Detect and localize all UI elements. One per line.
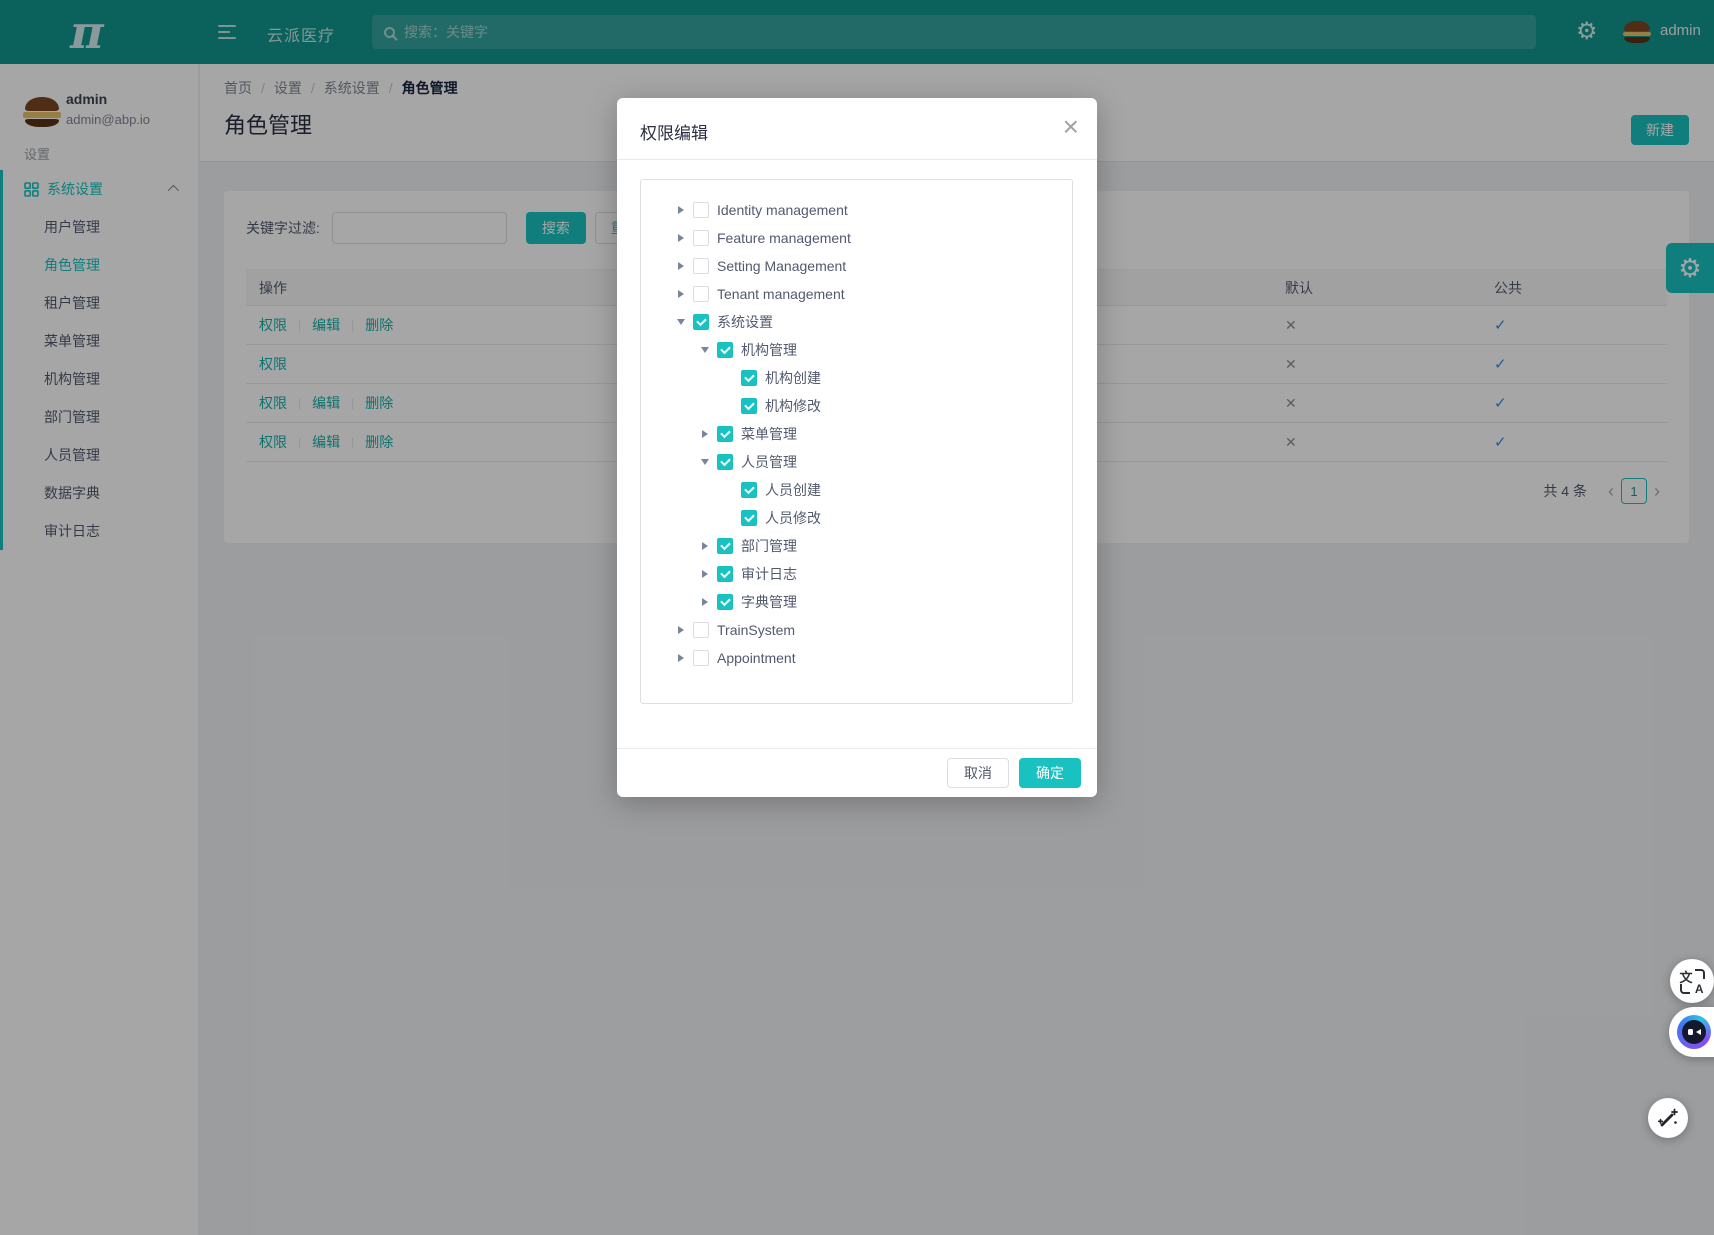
tree-row: 字典管理 bbox=[641, 588, 1072, 616]
tree-node-label: 机构修改 bbox=[765, 396, 821, 416]
tree-node-label: 字典管理 bbox=[741, 592, 797, 612]
triangle-icon bbox=[702, 598, 708, 606]
triangle-icon bbox=[677, 319, 685, 325]
triangle-icon bbox=[678, 626, 684, 634]
tree-checkbox[interactable] bbox=[717, 342, 733, 358]
triangle-icon bbox=[701, 347, 709, 353]
tree-row: 系统设置 bbox=[641, 308, 1072, 336]
tree-row: Feature management bbox=[641, 224, 1072, 252]
tree-row: 部门管理 bbox=[641, 532, 1072, 560]
tree-expander-collapsed[interactable] bbox=[695, 430, 715, 438]
tree-node-label: Setting Management bbox=[717, 258, 846, 274]
translate-button[interactable]: 文 A bbox=[1670, 959, 1714, 1003]
tree-checkbox[interactable] bbox=[717, 538, 733, 554]
triangle-icon bbox=[678, 654, 684, 662]
modal-header: 权限编辑 × bbox=[617, 98, 1097, 160]
triangle-icon bbox=[678, 234, 684, 242]
tree-node-label: Appointment bbox=[717, 650, 796, 666]
tree-row: Identity management bbox=[641, 196, 1072, 224]
triangle-icon bbox=[702, 430, 708, 438]
tree-checkbox[interactable] bbox=[717, 566, 733, 582]
triangle-icon bbox=[702, 542, 708, 550]
tree-node-label: 机构管理 bbox=[741, 340, 797, 360]
tree-node-label: 人员管理 bbox=[741, 452, 797, 472]
tree-checkbox[interactable] bbox=[693, 258, 709, 274]
tree-node-label: Tenant management bbox=[717, 286, 845, 302]
tree-node-label: TrainSystem bbox=[717, 622, 795, 638]
tree-node-label: 人员创建 bbox=[765, 480, 821, 500]
tree-expander-collapsed[interactable] bbox=[671, 290, 691, 298]
tree-expander-collapsed[interactable] bbox=[695, 542, 715, 550]
triangle-icon bbox=[678, 290, 684, 298]
tree-row: Setting Management bbox=[641, 252, 1072, 280]
tree-checkbox[interactable] bbox=[741, 370, 757, 386]
magic-wand-button[interactable] bbox=[1648, 1098, 1688, 1138]
tree-node-label: Feature management bbox=[717, 230, 851, 246]
tree-node-label: 系统设置 bbox=[717, 312, 773, 332]
tree-expander-collapsed[interactable] bbox=[695, 598, 715, 606]
permission-tree: Identity management Feature management Set… bbox=[640, 179, 1073, 704]
tree-checkbox[interactable] bbox=[717, 594, 733, 610]
triangle-icon bbox=[678, 262, 684, 270]
tree-expander-collapsed[interactable] bbox=[671, 262, 691, 270]
robot-icon bbox=[1677, 1015, 1711, 1049]
tree-row: TrainSystem bbox=[641, 616, 1072, 644]
tree-checkbox[interactable] bbox=[741, 510, 757, 526]
tree-row: Tenant management bbox=[641, 280, 1072, 308]
tree-row: 菜单管理 bbox=[641, 420, 1072, 448]
tree-checkbox[interactable] bbox=[741, 482, 757, 498]
tree-expander-collapsed[interactable] bbox=[671, 234, 691, 242]
tree-node-label: 部门管理 bbox=[741, 536, 797, 556]
modal-footer: 取消 确定 bbox=[617, 748, 1097, 797]
tree-checkbox[interactable] bbox=[717, 426, 733, 442]
tree-checkbox[interactable] bbox=[693, 202, 709, 218]
triangle-icon bbox=[702, 570, 708, 578]
tree-row: 机构管理 bbox=[641, 336, 1072, 364]
tree-row: Appointment bbox=[641, 644, 1072, 672]
tree-expander-collapsed[interactable] bbox=[671, 654, 691, 662]
tree-expander-expanded[interactable] bbox=[695, 347, 715, 353]
tree-expander-collapsed[interactable] bbox=[671, 626, 691, 634]
tree-node-label: 菜单管理 bbox=[741, 424, 797, 444]
tree-expander-collapsed[interactable] bbox=[671, 206, 691, 214]
tree-expander-expanded[interactable] bbox=[695, 459, 715, 465]
tree-expander-collapsed[interactable] bbox=[695, 570, 715, 578]
tree-row: 人员修改 bbox=[641, 504, 1072, 532]
tree-node-label: 机构创建 bbox=[765, 368, 821, 388]
tree-checkbox[interactable] bbox=[693, 314, 709, 330]
tree-checkbox[interactable] bbox=[741, 398, 757, 414]
tree-node-label: 人员修改 bbox=[765, 508, 821, 528]
cancel-button[interactable]: 取消 bbox=[947, 758, 1009, 788]
tree-node-label: 审计日志 bbox=[741, 564, 797, 584]
tree-checkbox[interactable] bbox=[693, 650, 709, 666]
ai-assistant-button[interactable] bbox=[1669, 1007, 1714, 1057]
tree-node-label: Identity management bbox=[717, 202, 848, 218]
confirm-button[interactable]: 确定 bbox=[1019, 758, 1081, 788]
tree-row: 人员创建 bbox=[641, 476, 1072, 504]
translate-icon: 文 A bbox=[1680, 969, 1705, 994]
tree-row: 人员管理 bbox=[641, 448, 1072, 476]
tree-checkbox[interactable] bbox=[693, 622, 709, 638]
triangle-icon bbox=[701, 459, 709, 465]
tree-checkbox[interactable] bbox=[693, 286, 709, 302]
tree-row: 机构创建 bbox=[641, 364, 1072, 392]
tree-checkbox[interactable] bbox=[693, 230, 709, 246]
tree-row: 审计日志 bbox=[641, 560, 1072, 588]
magic-wand-icon bbox=[1656, 1106, 1680, 1130]
tree-expander-expanded[interactable] bbox=[671, 319, 691, 325]
tree-checkbox[interactable] bbox=[717, 454, 733, 470]
modal-title: 权限编辑 bbox=[640, 119, 708, 144]
triangle-icon bbox=[678, 206, 684, 214]
tree-row: 机构修改 bbox=[641, 392, 1072, 420]
close-icon[interactable]: × bbox=[1063, 111, 1079, 143]
permission-edit-modal: 权限编辑 × Identity management Feature manage… bbox=[617, 98, 1097, 797]
